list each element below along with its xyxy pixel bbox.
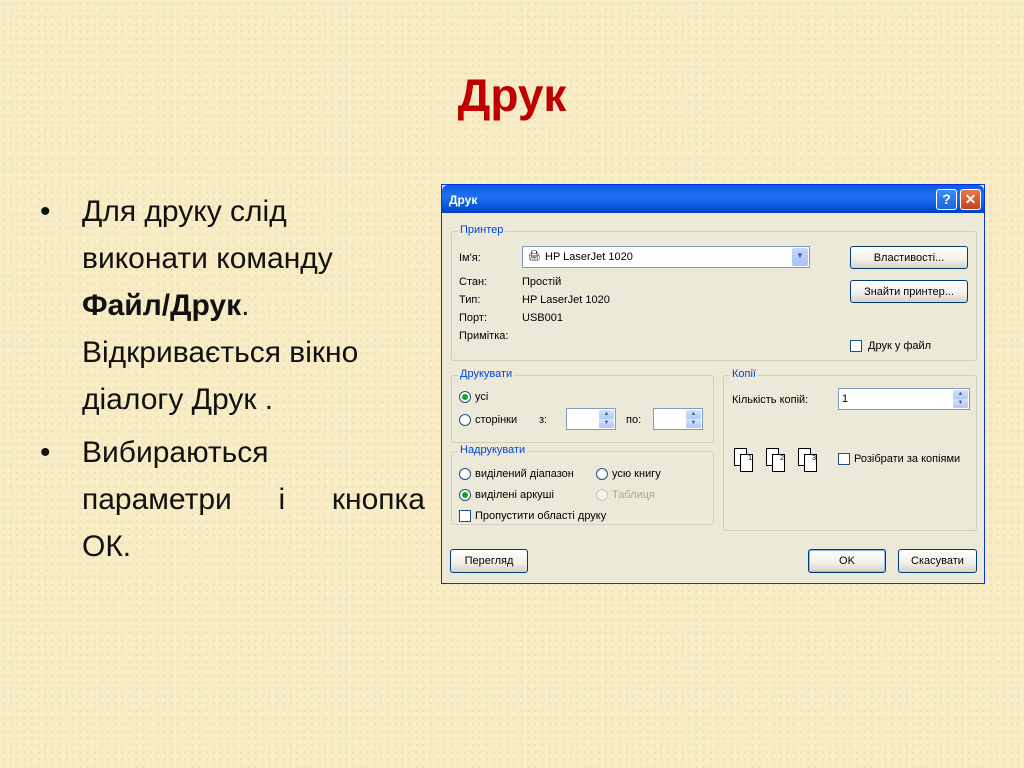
note-label: Примітка: [459, 330, 509, 342]
sheets-radio[interactable] [459, 489, 471, 501]
bullet-command: Файл/Друк [82, 289, 242, 322]
spin-down-icon[interactable]: ▼ [599, 419, 614, 428]
page-number: 1 [748, 455, 752, 462]
ignore-areas-checkbox[interactable] [459, 510, 471, 522]
bullet-line: виконати команду [82, 242, 333, 275]
range-to-label: по: [626, 414, 642, 426]
type-label: Тип: [459, 294, 481, 306]
spin-up-icon[interactable]: ▲ [686, 410, 701, 419]
spin-down-icon[interactable]: ▼ [953, 399, 968, 408]
close-button[interactable]: ✕ [960, 189, 981, 210]
dialog-titlebar[interactable]: Друк ? ✕ [442, 185, 984, 213]
cancel-button[interactable]: Скасувати [898, 549, 977, 573]
preview-button[interactable]: Перегляд [450, 549, 528, 573]
find-printer-button[interactable]: Знайти принтер... [850, 280, 968, 303]
print-to-file-label: Друк у файл [868, 340, 932, 352]
port-label: Порт: [459, 312, 487, 324]
range-all-radio[interactable] [459, 391, 471, 403]
range-pages-radio[interactable] [459, 414, 471, 426]
printer-name-label: Ім'я: [459, 252, 481, 264]
bullet-dot: • [40, 436, 51, 469]
bullet-line: . [241, 289, 250, 322]
bullet-item: • Для друку слід виконати команду Файл/Д… [40, 188, 425, 423]
spin-up-icon[interactable]: ▲ [599, 410, 614, 419]
print-dialog: Друк ? ✕ Принтер Ім'я: 🖨 HP LaserJet 102… [441, 184, 985, 584]
printer-group: Принтер Ім'я: 🖨 HP LaserJet 1020 ▼ Стан:… [451, 224, 977, 361]
range-to-input[interactable]: ▲ ▼ [653, 408, 703, 430]
page-icon: 1 [740, 454, 753, 472]
print-range-legend: Друкувати [458, 368, 515, 380]
chevron-down-icon[interactable]: ▼ [792, 248, 808, 266]
spin-up-icon[interactable]: ▲ [953, 390, 968, 399]
copies-count-input[interactable]: 1 ▲ ▼ [838, 388, 970, 410]
page-icon: 2 [772, 454, 785, 472]
selection-label: виділений діапазон [475, 468, 574, 480]
printer-name-value: HP LaserJet 1020 [545, 251, 633, 263]
copies-count-label: Кількість копій: [732, 394, 809, 406]
bullet-line: діалогу Друк . [82, 383, 274, 416]
printer-name-select[interactable]: 🖨 HP LaserJet 1020 ▼ [522, 246, 810, 268]
help-button[interactable]: ? [936, 189, 957, 210]
range-from-label: з: [539, 414, 548, 426]
printer-icon: 🖨 [528, 251, 541, 262]
bullet-line: параметри і кнопка [82, 483, 425, 516]
range-pages-label: сторінки [475, 414, 518, 426]
bullet-line: Вибираються [82, 436, 269, 469]
status-value: Простій [522, 276, 562, 288]
print-to-file-checkbox[interactable] [850, 340, 862, 352]
sheets-label: виділені аркуші [475, 489, 554, 501]
copies-count-value: 1 [842, 393, 849, 405]
dialog-title: Друк [449, 193, 478, 207]
collate-checkbox[interactable] [838, 453, 850, 465]
bullet-list: • Для друку слід виконати команду Файл/Д… [40, 188, 425, 576]
printer-legend: Принтер [458, 224, 506, 236]
status-label: Стан: [459, 276, 488, 288]
ok-button[interactable]: OK [808, 549, 886, 573]
bullet-line: ОК. [82, 530, 132, 563]
workbook-radio[interactable] [596, 468, 608, 480]
properties-button[interactable]: Властивості... [850, 246, 968, 269]
type-value: HP LaserJet 1020 [522, 294, 610, 306]
bullet-dot: • [40, 195, 51, 228]
selection-radio[interactable] [459, 468, 471, 480]
print-what-group: Надрукувати виділений діапазон усю книгу… [451, 444, 714, 525]
bullet-line: Для друку слід [82, 195, 287, 228]
print-range-group: Друкувати усі сторінки з: ▲ ▼ по: ▲ ▼ [451, 368, 714, 443]
copies-group: Копії Кількість копій: 1 ▲ ▼ 1 2 3 Розіб… [723, 368, 977, 531]
range-from-input[interactable]: ▲ ▼ [566, 408, 616, 430]
copies-legend: Копії [730, 368, 758, 380]
range-all-label: усі [475, 391, 489, 403]
slide-title: Друк [457, 69, 567, 121]
page-number: 3 [812, 455, 816, 462]
table-label: Таблиця [612, 489, 655, 501]
ignore-areas-label: Пропустити області друку [475, 510, 607, 522]
collate-label: Розібрати за копіями [854, 453, 961, 465]
print-what-legend: Надрукувати [458, 444, 528, 456]
page-number: 2 [780, 455, 784, 462]
bullet-line: Відкривається вікно [82, 336, 359, 369]
port-value: USB001 [522, 312, 563, 324]
table-radio[interactable] [596, 489, 608, 501]
bullet-item: • Вибираються параметри і кнопка ОК. [40, 429, 425, 570]
spin-down-icon[interactable]: ▼ [686, 419, 701, 428]
workbook-label: усю книгу [612, 468, 661, 480]
page-icon: 3 [804, 454, 817, 472]
